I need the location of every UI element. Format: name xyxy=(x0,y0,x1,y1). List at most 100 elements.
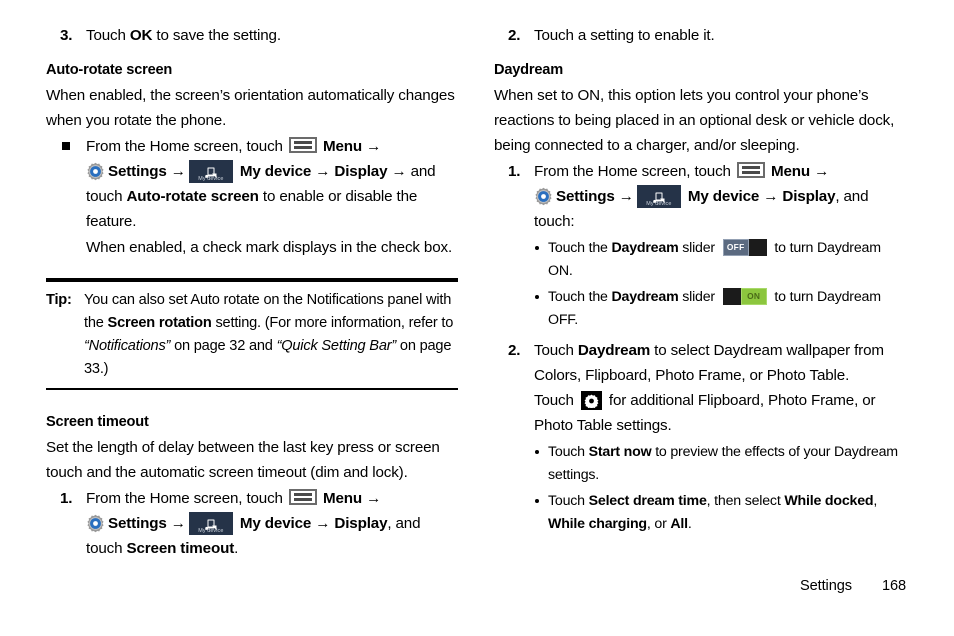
heading-daydream: Daydream xyxy=(494,62,563,78)
footer-page-number: 168 xyxy=(881,578,906,594)
arrow-glyph: → xyxy=(366,138,382,155)
text-fragment: Touch xyxy=(86,27,130,44)
arrow-glyph: → xyxy=(618,188,634,205)
list-item: Touch Select dream time, then select Whi… xyxy=(534,490,906,536)
step-marker: 2. xyxy=(508,342,521,359)
text-fragment: to save the setting. xyxy=(152,27,281,44)
step-daydream-wallpaper: 2. Touch Daydream to select Daydream wal… xyxy=(494,338,906,438)
text-fragment: Touch xyxy=(534,342,578,359)
text-fragment: slider xyxy=(678,289,719,305)
bold-select-dream-time: Select dream time xyxy=(588,493,707,509)
cross-reference-quick-setting-bar[interactable]: “Quick Setting Bar” xyxy=(277,338,397,354)
arrow-glyph: → xyxy=(366,490,382,507)
toggle-label: OFF xyxy=(722,239,749,256)
text-fragment: and xyxy=(406,163,436,180)
menu-key-icon xyxy=(288,137,317,153)
step-text: From the Home screen, touch Menu → Setti… xyxy=(534,159,906,234)
heading-auto-rotate-screen: Auto-rotate screen xyxy=(46,62,173,78)
step-text: Touch Daydream to select Daydream wallpa… xyxy=(534,338,906,438)
text-fragment: Touch xyxy=(534,392,578,409)
bold-daydream: Daydream xyxy=(611,240,679,256)
text-fragment: setting. (For more information, refer to xyxy=(211,315,454,331)
tip-label: Tip: xyxy=(46,292,72,308)
square-bullet-icon xyxy=(62,142,70,150)
step-marker: 3. xyxy=(60,27,73,44)
right-column: 2. Touch a setting to enable it. Daydrea… xyxy=(494,22,906,536)
daydream-toggle-on-icon[interactable]: ON xyxy=(722,288,767,305)
heading-screen-timeout: Screen timeout xyxy=(46,414,149,430)
arrow-glyph: → xyxy=(391,163,407,180)
my-device-tile-icon: My device xyxy=(636,185,681,208)
manual-page: 3. Touch OK to save the setting. Auto-ro… xyxy=(0,0,954,636)
bold-screen-timeout: Screen timeout xyxy=(126,540,235,557)
paragraph-auto-rotate: When enabled, the screen’s orientation a… xyxy=(46,87,455,129)
list-item: Touch Start now to preview the effects o… xyxy=(534,441,906,487)
step-daydream-path: 1. From the Home screen, touch Menu → Se… xyxy=(494,159,906,234)
cross-reference-notifications[interactable]: “Notifications” xyxy=(84,338,170,354)
text-fragment: , xyxy=(873,493,878,509)
menu-label: Menu xyxy=(323,138,363,155)
my-device-tile-caption: My device xyxy=(198,528,224,534)
bold-auto-rotate-screen: Auto-rotate screen xyxy=(126,188,259,205)
bold-daydream: Daydream xyxy=(577,342,651,359)
my-device-label: My device xyxy=(687,188,760,205)
my-device-tile-icon: My device xyxy=(188,160,233,183)
bullet-dot-icon xyxy=(535,499,539,503)
text-fragment: Touch xyxy=(548,493,589,509)
settings-label: Settings xyxy=(556,188,615,205)
text-fragment: Touch the xyxy=(548,240,612,256)
text-fragment: . xyxy=(234,540,239,557)
menu-label: Menu xyxy=(771,163,811,180)
menu-key-icon xyxy=(288,489,317,505)
step-marker: 1. xyxy=(60,490,73,507)
arrow-glyph: → xyxy=(170,163,186,180)
text-fragment: touch xyxy=(86,540,127,557)
tip-text: Tip: You can also set Auto rotate on the … xyxy=(46,289,458,381)
list-item: Touch the Daydream slider ON to turn Day… xyxy=(534,286,906,332)
text-fragment: , then select xyxy=(706,493,785,509)
my-device-label: My device xyxy=(239,163,312,180)
step-text: From the Home screen, touch Menu → Setti… xyxy=(86,486,458,561)
arrow-glyph: → xyxy=(315,163,331,180)
my-device-tile-icon: My device xyxy=(188,512,233,535)
settings-gear-icon xyxy=(86,514,105,533)
step-screen-timeout-path: 1. From the Home screen, touch Menu → Se… xyxy=(46,486,458,561)
text-fragment: From the Home screen, touch xyxy=(86,138,287,155)
toggle-label: ON xyxy=(740,288,767,305)
display-label: Display xyxy=(334,515,388,532)
display-label: Display xyxy=(782,188,836,205)
text-fragment: touch: xyxy=(534,213,575,230)
bold-ok: OK xyxy=(129,27,153,44)
settings-gear-button-icon[interactable] xyxy=(580,391,602,410)
step-touch-ok: 3. Touch OK to save the setting. xyxy=(46,23,458,48)
text-fragment: Touch the xyxy=(548,289,612,305)
settings-gear-icon xyxy=(86,162,105,181)
arrow-glyph: → xyxy=(814,163,830,180)
settings-gear-icon xyxy=(534,187,553,206)
text-fragment: , and xyxy=(835,188,869,205)
my-device-tile-caption: My device xyxy=(198,176,224,182)
step-auto-rotate-path: From the Home screen, touch Menu → Setti… xyxy=(46,134,458,234)
arrow-glyph: → xyxy=(763,188,779,205)
daydream-toggle-bullets: Touch the Daydream slider OFF to turn Da… xyxy=(534,237,906,332)
daydream-option-bullets: Touch Start now to preview the effects o… xyxy=(534,441,906,536)
text-fragment: From the Home screen, touch xyxy=(534,163,735,180)
text-fragment: slider xyxy=(678,240,719,256)
left-column: 3. Touch OK to save the setting. Auto-ro… xyxy=(46,22,458,561)
bold-while-charging: While charging xyxy=(548,516,647,532)
list-item: Touch the Daydream slider OFF to turn Da… xyxy=(534,237,906,283)
text-fragment: , and xyxy=(387,515,421,532)
bold-screen-rotation: Screen rotation xyxy=(107,315,212,331)
paragraph-screen-timeout: Set the length of delay between the last… xyxy=(46,439,440,481)
note-text: When enabled, a check mark displays in t… xyxy=(86,239,453,256)
bullet-dot-icon xyxy=(535,295,539,299)
step-text: Touch OK to save the setting. xyxy=(86,23,458,48)
step-marker: 2. xyxy=(508,27,521,44)
menu-label: Menu xyxy=(323,490,363,507)
daydream-toggle-off-icon[interactable]: OFF xyxy=(722,239,767,256)
settings-label: Settings xyxy=(108,163,167,180)
bold-daydream: Daydream xyxy=(611,289,679,305)
text-fragment: Touch xyxy=(548,444,589,460)
footer-section-name: Settings xyxy=(800,578,852,594)
arrow-glyph: → xyxy=(315,515,331,532)
